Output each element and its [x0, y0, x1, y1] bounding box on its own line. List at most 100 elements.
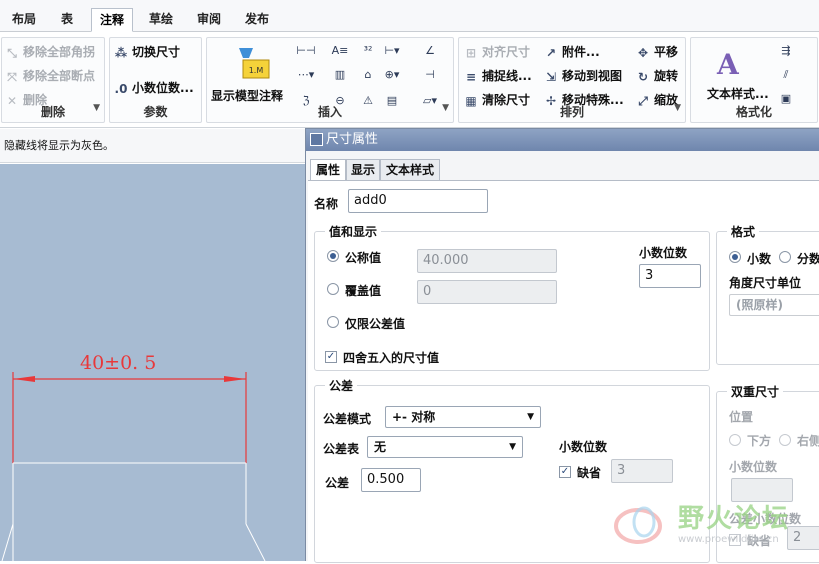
dimension-arrow-right [224, 376, 246, 382]
decimal-places-button[interactable]: .0 小数位数... [113, 78, 194, 98]
dual-position-label: 位置 [729, 410, 754, 424]
angle-unit-select: (照原样) [729, 294, 819, 316]
tab-properties[interactable]: 属性 [310, 159, 346, 181]
translate-button[interactable]: ✥ 平移 [635, 42, 678, 62]
dialog-icon [310, 133, 323, 146]
ribbon-tab-bar: 布局 表 注释 草绘 审阅 发布 [0, 0, 819, 32]
dialog-title: 尺寸属性 [326, 132, 379, 147]
nominal-value-label: 公称值 [345, 251, 382, 265]
dual-below-label: 下方 [747, 434, 772, 448]
tolerance-mode-label: 公差模式 [323, 412, 372, 426]
override-value-field: 0 [417, 280, 557, 304]
remove-all-breaks-button[interactable]: ⤧ 移除全部断点 [4, 66, 95, 86]
baseline-icon[interactable]: ⋯▾ [295, 66, 317, 84]
insert-group: 1.M 显示模型注释 ⊢⊣ A≡ ³² ⊢▾ ∠ ⋯▾ ▥ ⌂ ⊕▾ ⊣ ℨ ⊖… [206, 37, 454, 123]
dual-right-label: 右侧 [797, 434, 819, 448]
axis-icon[interactable]: ⊣ [419, 66, 441, 84]
toggle-dimension-button[interactable]: ⁂ 切换尺寸 [113, 42, 180, 62]
tab-display[interactable]: 显示 [346, 159, 380, 181]
format-title: 格式 [727, 223, 760, 240]
tolerance-table-select[interactable]: 无 ▼ [367, 436, 523, 458]
tolerance-decimals-field: 3 [611, 459, 673, 483]
decimal-label: 小数 [747, 252, 772, 266]
tolerance-only-radio[interactable] [327, 316, 339, 328]
tab-annotate[interactable]: 注释 [91, 8, 133, 32]
part-edge-chamfer-left [1, 523, 14, 562]
name-label: 名称 [314, 197, 339, 211]
nominal-value-field: 40.000 [417, 249, 557, 273]
tolerance-default-label: 缺省 [577, 466, 602, 480]
round-value-label: 四舍五入的尺寸值 [343, 351, 440, 365]
remove-all-jogs-button[interactable]: ⤡ 移除全部角拐 [4, 42, 95, 62]
tolerance-input[interactable]: 0.500 [361, 468, 421, 492]
group-dropdown-icon[interactable]: ▼ [674, 103, 681, 113]
params-group-title: 参数 [143, 105, 168, 119]
datum-icon[interactable]: ⊕▾ [381, 66, 403, 84]
note-icon[interactable]: A≡ [329, 42, 351, 60]
tab-table[interactable]: 表 [50, 8, 84, 32]
line-style-icon[interactable]: ⫽ [775, 66, 797, 84]
round-value-checkbox[interactable]: ✓ [325, 351, 337, 363]
angle-icon[interactable]: ∠ [419, 42, 441, 60]
tolerance-mode-select[interactable]: +- 对称 ▼ [385, 406, 541, 428]
dual-dimension-title: 双重尺寸 [727, 383, 784, 400]
surface-finish-icon[interactable]: ⌂ [357, 66, 379, 84]
tolerance-title: 公差 [325, 377, 358, 394]
chevron-down-icon: ▼ [509, 442, 516, 452]
tab-sketch[interactable]: 草绘 [140, 8, 182, 32]
text-style-button[interactable]: 文本样式... [707, 84, 769, 104]
ribbon: ⤡ 移除全部角拐 ⤧ 移除全部断点 ✕ 删除 删除 ▼ ⁂ 切换尺寸 .0 小数位数... … [0, 32, 819, 128]
override-value-radio[interactable] [327, 283, 339, 295]
snap-line-icon: ≡ [465, 69, 477, 84]
move-to-view-button[interactable]: ⇲ 移动到视图 [543, 66, 622, 86]
dimension-icon[interactable]: ⊢⊣ [295, 42, 317, 60]
dual-decimals-label: 小数位数 [729, 460, 778, 474]
tolerance-decimals-label: 小数位数 [559, 440, 608, 454]
dialog-body: 名称 add0 值和显示 公称值 40.000 覆盖值 0 仅限公差值 小数位数… [308, 180, 819, 563]
attachment-button[interactable]: ↗ 附件... [543, 42, 600, 62]
dimension-text[interactable]: 40±0. 5 [80, 352, 156, 374]
tolerance-table-label: 公差表 [323, 442, 360, 456]
tolerance-default-checkbox[interactable]: ✓ [559, 466, 571, 478]
tab-publish[interactable]: 发布 [236, 8, 278, 32]
group-dropdown-icon[interactable]: ▼ [442, 103, 449, 113]
decimals-input[interactable]: 3 [639, 264, 701, 288]
align-dimensions-button[interactable]: ⊞ 对齐尺寸 [463, 42, 530, 62]
part-edge-chamfer-right [245, 523, 266, 562]
hatch-icon[interactable]: ⇶ [775, 42, 797, 60]
dual-below-radio [729, 434, 741, 446]
ordinate-icon[interactable]: ³² [357, 42, 379, 60]
arrange-group: ⊞ 对齐尺寸 ↗ 附件... ✥ 平移 ≡ 捕捉线... ⇲ 移动到视图 ↻ 旋转 ▦ 清除尺… [458, 37, 686, 123]
fraction-radio[interactable] [779, 251, 791, 263]
snap-line-button[interactable]: ≡ 捕捉线... [463, 66, 532, 86]
name-input[interactable]: add0 [348, 189, 488, 213]
message-text: 隐藏线将显示为灰色。 [4, 139, 114, 152]
dual-decimals-field [731, 478, 793, 502]
message-bar: 隐藏线将显示为灰色。 [0, 129, 305, 163]
ref-dimension-icon[interactable]: ⊢▾ [381, 42, 403, 60]
text-style-icon[interactable]: A [717, 48, 749, 82]
dual-default-field: 2 [787, 526, 819, 550]
tab-layout[interactable]: 布局 [4, 8, 44, 32]
attachment-icon: ↗ [545, 45, 557, 60]
group-dropdown-icon[interactable]: ▼ [93, 103, 100, 113]
dialog-title-bar[interactable]: 尺寸属性 [306, 129, 819, 151]
decimal-radio[interactable] [729, 251, 741, 263]
nominal-value-radio[interactable] [327, 250, 339, 262]
override-value-label: 覆盖值 [345, 284, 382, 298]
tab-review[interactable]: 审阅 [188, 8, 230, 32]
params-group: ⁂ 切换尺寸 .0 小数位数... 参数 [109, 37, 202, 123]
tab-text-style[interactable]: 文本样式 [380, 159, 440, 181]
drawing-canvas[interactable]: 40±0. 5 [0, 164, 305, 562]
decimal-icon: .0 [114, 81, 128, 96]
dual-tol-decimals-label: 公差小数位数 [729, 512, 802, 526]
angle-unit-label: 角度尺寸单位 [729, 276, 802, 290]
delete-group: ⤡ 移除全部角拐 ⤧ 移除全部断点 ✕ 删除 删除 ▼ [1, 37, 105, 123]
decimals-label: 小数位数 [639, 246, 688, 260]
rotate-button[interactable]: ↻ 旋转 [635, 66, 678, 86]
fraction-label: 分数 [797, 252, 819, 266]
rotate-icon: ↻ [637, 69, 649, 84]
show-model-annotation-icon[interactable]: 1.M [235, 46, 271, 80]
tolerance-section: 公差 公差模式 +- 对称 ▼ 公差表 无 ▼ 公差 0.500 小数位数 ✓ 缺省… [314, 377, 710, 563]
gtol-icon[interactable]: ▥ [329, 66, 351, 84]
